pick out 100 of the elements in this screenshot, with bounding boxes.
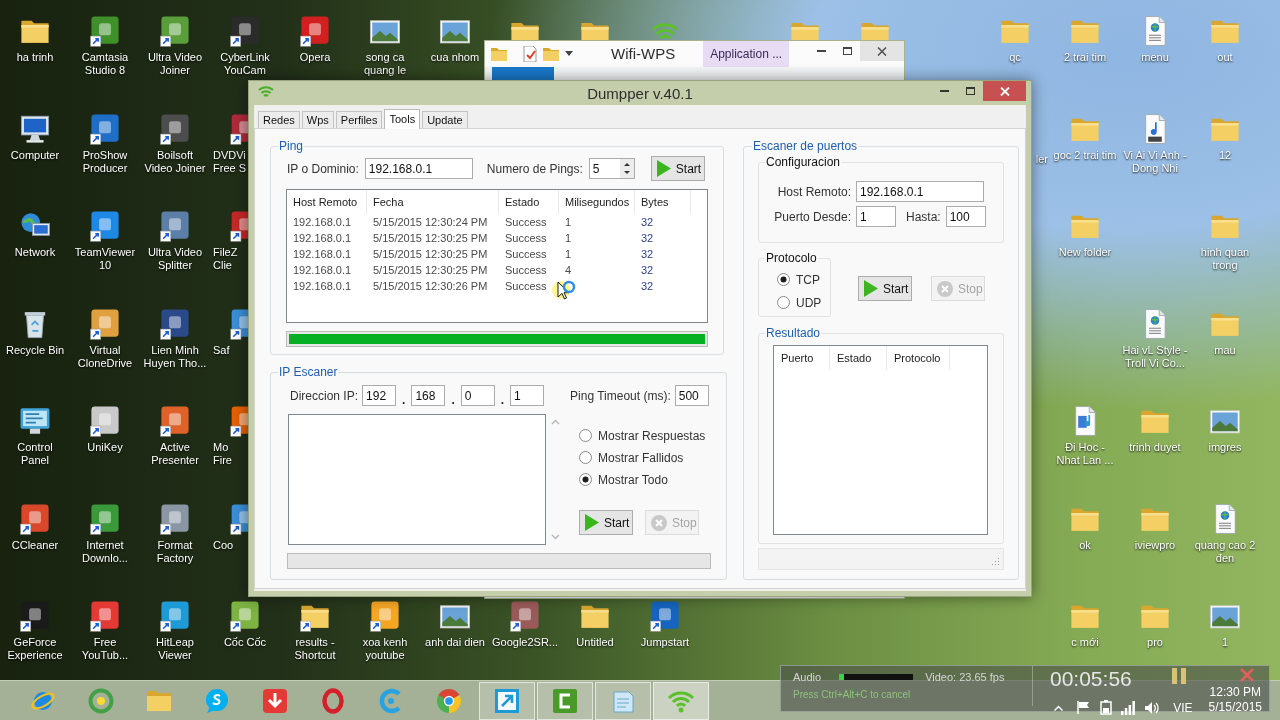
desktop-item[interactable]: Computer <box>2 111 68 162</box>
taskbar-button[interactable] <box>479 681 535 720</box>
desktop-item[interactable]: Virtual CloneDrive <box>72 306 138 370</box>
column-header[interactable]: Estado <box>499 190 559 214</box>
desktop-item[interactable]: Format Factory <box>142 501 208 565</box>
column-header[interactable]: Bytes <box>635 190 691 214</box>
ip-octet-input[interactable]: 192 <box>362 385 397 406</box>
ping-count-spinner[interactable]: 5 <box>588 158 635 179</box>
column-header[interactable]: Fecha <box>367 190 499 214</box>
language-indicator[interactable]: VIE <box>1173 701 1193 715</box>
desktop-item[interactable]: Jumpstart <box>632 599 698 649</box>
resize-grip-icon[interactable] <box>991 557 1000 566</box>
table-cell-text: 1 <box>564 215 573 230</box>
desktop-item[interactable]: GeForce Experience <box>2 599 68 662</box>
document-check-icon[interactable] <box>523 46 537 62</box>
speaker-icon[interactable] <box>1144 701 1160 715</box>
port-from-input[interactable]: 1 <box>856 206 896 227</box>
spin-arrows-icon[interactable] <box>619 159 634 178</box>
radio-option[interactable]: Mostrar Respuestas <box>579 427 706 444</box>
tab[interactable]: Perfiles <box>335 111 383 128</box>
column-header[interactable]: Milisegundos <box>559 190 635 214</box>
scroll-down-icon[interactable] <box>550 534 560 540</box>
bracket-tile-icon <box>552 687 578 714</box>
desktop-item[interactable]: Lien Minh Huyen Tho... <box>142 306 208 370</box>
desktop-item[interactable]: Internet Downlo... <box>72 501 138 565</box>
desktop-item[interactable]: Opera <box>282 14 348 64</box>
radio-option[interactable]: Mostrar Todo <box>579 471 706 488</box>
desktop-item[interactable]: Free YouTub... <box>72 599 138 662</box>
timeout-input[interactable]: 500 <box>674 385 709 406</box>
desktop-item[interactable]: song ca quang le <box>352 14 418 77</box>
desktop-item[interactable]: ProShow Producer <box>72 111 138 175</box>
desktop-item[interactable]: Control Panel <box>2 404 68 467</box>
desktop-item[interactable]: Network <box>2 209 68 259</box>
table-cell-text: 32 <box>640 231 655 246</box>
taskbar-button[interactable] <box>595 681 651 720</box>
file-tab[interactable] <box>492 67 554 81</box>
column-header[interactable]: Estado <box>830 346 887 370</box>
radio-option[interactable]: TCP <box>777 271 824 288</box>
app-shortcut-icon <box>158 209 192 243</box>
desktop-item[interactable]: UniKey <box>72 404 138 454</box>
tab[interactable]: Wps <box>301 111 334 128</box>
dropdown-caret-icon[interactable] <box>565 51 573 57</box>
desktop-item[interactable]: Active Presenter <box>142 404 208 467</box>
desktop-item[interactable]: Recycle Bin <box>2 306 68 357</box>
play-icon <box>656 160 671 177</box>
start-button[interactable]: Start <box>579 510 633 535</box>
signal-bars-icon[interactable] <box>1121 701 1136 715</box>
desktop-item[interactable]: xoa kenh youtube <box>352 599 418 662</box>
desktop-item[interactable]: Camtasia Studio 8 <box>72 14 138 77</box>
radio-option[interactable]: UDP <box>777 294 824 311</box>
ip-octet-input[interactable]: 1 <box>510 385 545 406</box>
flag-icon[interactable] <box>1077 701 1091 714</box>
pause-icon[interactable] <box>1171 668 1186 684</box>
tab[interactable]: Tools <box>384 109 421 129</box>
context-tab[interactable]: Application ... <box>703 41 790 67</box>
taskbar-button[interactable] <box>653 681 709 720</box>
ip-octet-input[interactable]: 168 <box>411 385 446 406</box>
ip-octet-input[interactable]: 0 <box>460 385 495 406</box>
group-title: Resultado <box>765 326 822 340</box>
audio-label: Audio <box>793 670 822 684</box>
battery-icon[interactable] <box>1100 700 1113 715</box>
wifi-icon[interactable] <box>258 85 274 99</box>
scan-results-box[interactable] <box>288 414 546 545</box>
desktop-item[interactable]: CyberLink YouCam <box>212 14 278 77</box>
tab[interactable]: Redes <box>258 111 300 128</box>
app-shortcut-icon <box>18 599 52 633</box>
desktop-item[interactable]: Ultra Video Splitter <box>142 209 208 272</box>
taskbar-clock[interactable]: 12:30 PM 5/15/2015 <box>1208 685 1262 715</box>
desktop-item[interactable]: Boilsoft Video Joiner <box>142 111 208 175</box>
mouse-cursor-icon <box>552 279 576 303</box>
radio-option[interactable]: Mostrar Fallidos <box>579 449 706 466</box>
scroll-up-icon[interactable] <box>550 419 560 425</box>
app-shortcut-icon <box>368 599 402 633</box>
table-cell-text: 5/15/2015 12:30:25 PM <box>372 231 489 246</box>
desktop-item[interactable]: CCleaner <box>2 501 68 552</box>
field-label: Ping Timeout (ms): <box>570 387 671 405</box>
table-cell-text: Success <box>504 247 548 262</box>
column-header[interactable]: Host Remoto <box>287 190 367 214</box>
desktop-item[interactable]: anh dai dien <box>422 599 488 649</box>
column-header[interactable]: Puerto <box>774 346 830 370</box>
column-header[interactable]: Protocolo <box>887 346 950 370</box>
caret-up-icon[interactable] <box>1054 705 1064 711</box>
desktop-item[interactable]: TeamViewer 10 <box>72 209 138 272</box>
tab[interactable]: Update <box>422 111 468 128</box>
close-button[interactable] <box>860 41 904 61</box>
host-input[interactable]: 192.168.0.1 <box>364 158 473 179</box>
desktop-item[interactable]: ha trinh <box>2 14 68 64</box>
desktop-item[interactable]: Untitled <box>562 599 628 649</box>
desktop-item[interactable]: Google2SR... <box>492 599 558 649</box>
desktop-item[interactable]: results - Shortcut <box>282 599 348 662</box>
remote-host-input[interactable]: 192.168.0.1 <box>856 181 984 202</box>
desktop-item[interactable]: Ultra Video Joiner <box>142 14 208 77</box>
desktop-item[interactable]: Cốc Cốc <box>212 599 278 649</box>
taskbar-button[interactable] <box>537 681 593 720</box>
desktop-item[interactable]: HitLeap Viewer <box>142 599 208 662</box>
table-cell-text: 32 <box>640 279 655 294</box>
start-button[interactable]: Start <box>858 276 912 301</box>
port-to-input[interactable]: 100 <box>945 206 986 227</box>
start-button[interactable]: Start <box>650 156 705 181</box>
close-button[interactable] <box>983 81 1026 101</box>
